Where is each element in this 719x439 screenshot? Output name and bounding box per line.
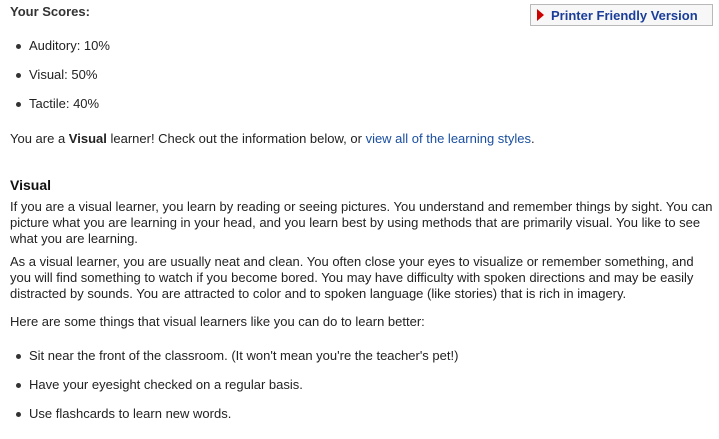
- score-item-auditory: Auditory: 10%: [10, 38, 110, 67]
- red-arrow-icon: [537, 9, 544, 21]
- score-item-visual: Visual: 50%: [10, 67, 110, 96]
- tip-item: Use flashcards to learn new words.: [10, 406, 458, 435]
- tip-item: Sit near the front of the classroom. (It…: [10, 348, 458, 377]
- learning-style-name: Visual: [68, 131, 107, 146]
- description-paragraph-1: If you are a visual learner, you learn b…: [10, 199, 713, 246]
- section-title: Visual: [10, 177, 51, 193]
- printer-friendly-button[interactable]: Printer Friendly Version: [530, 4, 713, 26]
- result-suffix: .: [531, 131, 535, 146]
- tip-item: Have your eyesight checked on a regular …: [10, 377, 458, 406]
- scores-list: Auditory: 10% Visual: 50% Tactile: 40%: [10, 38, 110, 125]
- tips-list: Sit near the front of the classroom. (It…: [10, 348, 458, 435]
- learner-result: You are a Visual learner! Check out the …: [10, 131, 715, 147]
- printer-friendly-label: Printer Friendly Version: [551, 7, 698, 23]
- description-paragraph-2: As a visual learner, you are usually nea…: [10, 254, 694, 301]
- all-learning-styles-link[interactable]: view all of the learning styles: [366, 131, 531, 146]
- scores-heading: Your Scores:: [10, 4, 90, 19]
- result-prefix: You are a: [10, 131, 69, 146]
- result-middle: learner! Check out the information below…: [106, 131, 366, 146]
- tips-intro-paragraph: Here are some things that visual learner…: [10, 314, 425, 329]
- score-item-tactile: Tactile: 40%: [10, 96, 110, 125]
